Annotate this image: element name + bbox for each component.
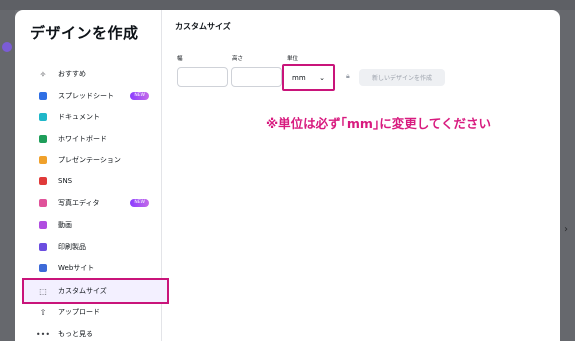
- sidebar-item-photo-editor[interactable]: 写真エディタ NEW: [25, 193, 159, 213]
- sidebar-item-website[interactable]: Webサイト: [25, 258, 159, 278]
- sidebar-item-label: Webサイト: [58, 264, 95, 272]
- chevron-down-icon: ⌄: [319, 73, 325, 82]
- sidebar-item-spreadsheet[interactable]: スプレッドシート NEW: [25, 86, 159, 106]
- width-input[interactable]: [177, 67, 228, 87]
- annotation-text: ※単位は必ず｢mm｣に変更してください: [266, 116, 491, 131]
- unit-select[interactable]: mm ⌄: [286, 68, 331, 87]
- website-icon: [38, 263, 48, 273]
- avatar: [2, 42, 12, 52]
- unit-label: 単位: [287, 56, 299, 62]
- sidebar-item-label: 動画: [58, 221, 72, 229]
- sidebar-item-custom-size[interactable]: ⬚ カスタムサイズ: [22, 278, 169, 304]
- sidebar-item-sparkle[interactable]: ✧ おすすめ: [25, 64, 159, 84]
- unit-select-value: mm: [292, 73, 306, 82]
- page-title: カスタムサイズ: [175, 22, 231, 31]
- chevron-right-icon: ›: [564, 224, 568, 235]
- sidebar-item-label: おすすめ: [58, 70, 86, 78]
- sidebar-item-label: アップロード: [58, 308, 100, 316]
- photo-editor-icon: [38, 198, 48, 208]
- sidebar-item-label: 写真エディタ: [58, 199, 100, 207]
- modal-title: デザインを作成: [30, 24, 139, 42]
- sidebar-item-label: カスタムサイズ: [58, 287, 107, 295]
- sns-icon: [38, 176, 48, 186]
- sidebar-item-label: スプレッドシート: [58, 92, 114, 100]
- sidebar: デザインを作成 ✧ おすすめスプレッドシート NEW ドキュメント ホワイトボードプレゼ…: [15, 10, 169, 341]
- background-topbar: [0, 0, 575, 10]
- create-design-button[interactable]: 新しいデザインを作成: [359, 69, 445, 86]
- height-label: 高さ: [232, 56, 244, 62]
- sidebar-item-sns[interactable]: SNS: [25, 171, 159, 191]
- sidebar-item-video[interactable]: 動画: [25, 215, 159, 235]
- main-panel: カスタムサイズ 幅 高さ 単位 mm ⌄ 🔒︎ 新しいデザインを作成 ※単位は必…: [162, 10, 560, 341]
- upload-icon: ⇧: [39, 307, 47, 317]
- height-input[interactable]: [231, 67, 282, 87]
- sidebar-item-label: もっと見る: [58, 330, 93, 338]
- sidebar-item-document[interactable]: ドキュメント: [25, 107, 159, 127]
- new-badge: NEW: [130, 92, 149, 100]
- new-badge: NEW: [130, 199, 149, 207]
- whiteboard-icon: [38, 134, 48, 144]
- sparkle-icon: ✧: [39, 69, 47, 79]
- background-right-rail: ›: [560, 10, 575, 341]
- more-icon: •••: [35, 329, 51, 339]
- sidebar-item-upload[interactable]: ⇧ アップロード: [25, 302, 159, 322]
- sidebar-item-more[interactable]: ••• もっと見る: [25, 324, 159, 341]
- sidebar-item-label: ホワイトボード: [58, 135, 107, 143]
- create-design-modal: ✕ デザインを作成 ✧おすすめスプレッドシートNEWドキュメントホワイトボードプ…: [15, 10, 560, 341]
- sidebar-item-label: SNS: [58, 177, 73, 185]
- sidebar-item-label: ドキュメント: [58, 113, 100, 121]
- custom-size-icon: ⬚: [39, 286, 47, 296]
- width-label: 幅: [177, 56, 183, 62]
- print-icon: [38, 242, 48, 252]
- spreadsheet-icon: [38, 91, 48, 101]
- lock-icon[interactable]: 🔒︎: [346, 72, 350, 81]
- video-icon: [38, 220, 48, 230]
- sidebar-item-whiteboard[interactable]: ホワイトボード: [25, 129, 159, 149]
- document-icon: [38, 112, 48, 122]
- sidebar-item-label: プレゼンテーション: [58, 156, 121, 164]
- background-left-rail: [0, 10, 15, 341]
- sidebar-item-label: 印刷製品: [58, 243, 86, 251]
- presentation-icon: [38, 155, 48, 165]
- sidebar-item-presentation[interactable]: プレゼンテーション: [25, 150, 159, 170]
- sidebar-item-print[interactable]: 印刷製品: [25, 237, 159, 257]
